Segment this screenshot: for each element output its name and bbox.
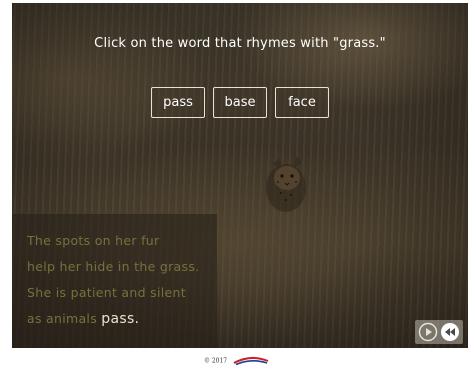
passage-line-1: The spots on her fur — [27, 233, 160, 248]
passage-line-4-text: as animals — [27, 311, 102, 326]
choice-pass-button[interactable]: pass — [151, 87, 205, 118]
answer-choices: pass base face — [12, 87, 468, 118]
media-controls — [415, 320, 463, 344]
footer: © 2017 — [0, 356, 474, 366]
passage-line-3: She is patient and silent — [27, 285, 186, 300]
play-icon[interactable] — [418, 322, 438, 342]
activity-stage: Click on the word that rhymes with "gras… — [12, 3, 468, 348]
highlighted-word: pass. — [101, 311, 140, 327]
question-prompt: Click on the word that rhymes with "gras… — [94, 36, 386, 51]
choice-base-button[interactable]: base — [213, 87, 267, 118]
brand-logo[interactable] — [232, 356, 270, 366]
reading-passage: The spots on her fur help her hide in th… — [12, 214, 217, 348]
passage-line-2: help her hide in the grass. — [27, 259, 200, 274]
passage-line-4: as animals pass. — [27, 306, 211, 332]
choice-face-button[interactable]: face — [275, 87, 329, 118]
cheetah-image — [266, 156, 306, 212]
rewind-icon[interactable] — [440, 322, 460, 342]
copyright-text: © 2017 — [203, 357, 228, 365]
